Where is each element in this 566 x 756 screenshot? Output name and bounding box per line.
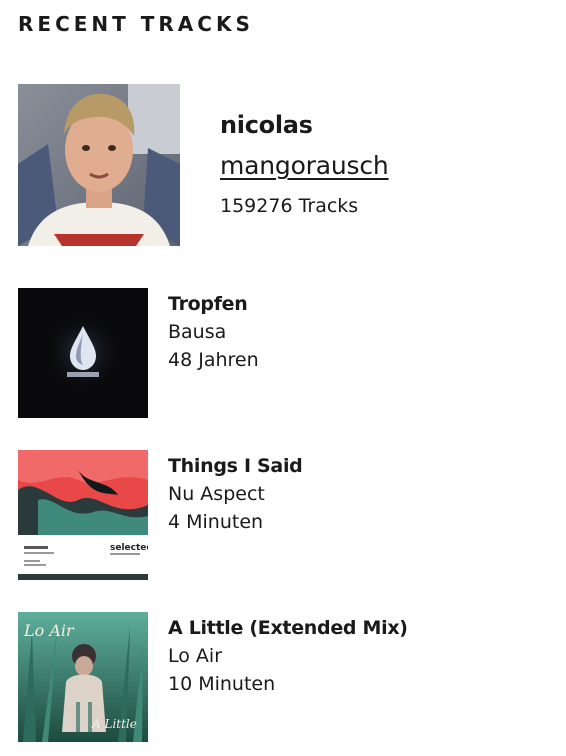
track-info: Things I Said Nu Aspect 4 Minuten	[168, 452, 303, 536]
track-artist: Bausa	[168, 321, 227, 343]
album-cover[interactable]: selected.	[18, 450, 148, 580]
user-avatar[interactable]	[18, 84, 180, 246]
track-artist: Lo Air	[168, 645, 223, 667]
track-item: Tropfen Bausa 48 Jahren	[18, 288, 548, 418]
track-title[interactable]: Things I Said	[168, 452, 303, 480]
track-info: A Little (Extended Mix) Lo Air 10 Minute…	[168, 614, 408, 698]
track-info: Tropfen Bausa 48 Jahren	[168, 290, 259, 374]
track-timestamp: 48 Jahren	[168, 349, 259, 371]
track-artist: Nu Aspect	[168, 483, 265, 505]
cover-label: A Little	[91, 717, 137, 731]
track-title[interactable]: Tropfen	[168, 290, 259, 318]
profile-info: nicolas mangorausch 159276 Tracks	[220, 108, 389, 220]
album-cover[interactable]: Lo Air A Little	[18, 612, 148, 742]
track-item: selected. Things I Said Nu Aspect 4 Minu…	[18, 450, 548, 580]
cover-label: selected.	[110, 543, 148, 553]
track-item: Lo Air A Little A Little (Extended Mix) …	[18, 612, 548, 742]
track-timestamp: 4 Minuten	[168, 511, 264, 533]
widget-title: RECENT TRACKS	[18, 12, 254, 36]
track-title[interactable]: A Little (Extended Mix)	[168, 614, 408, 642]
profile-realname: nicolas	[220, 111, 313, 139]
profile-username-link[interactable]: mangorausch	[220, 150, 389, 182]
profile-playcount: 159276 Tracks	[220, 195, 359, 217]
album-cover[interactable]	[18, 288, 148, 418]
track-timestamp: 10 Minuten	[168, 673, 276, 695]
user-profile: nicolas mangorausch 159276 Tracks	[18, 84, 548, 246]
cover-label: Lo Air	[23, 621, 75, 640]
